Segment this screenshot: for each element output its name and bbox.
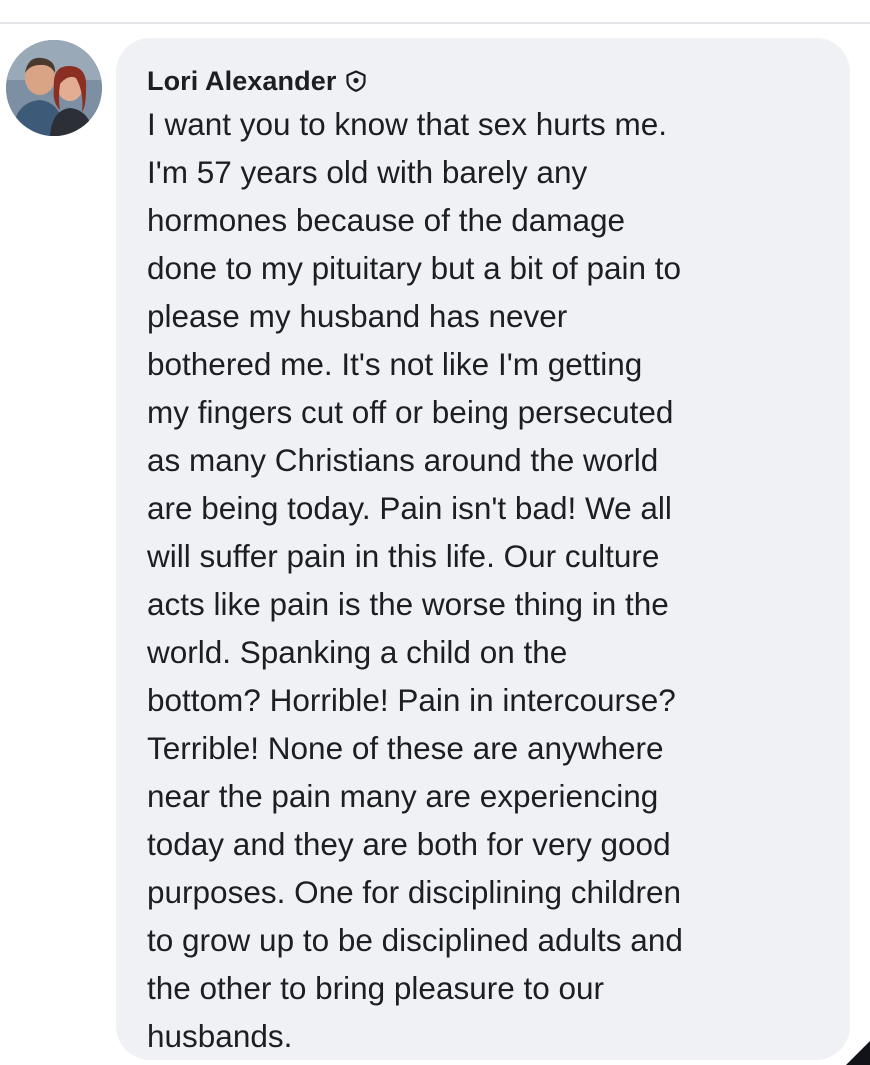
profile-photo-avatar: [6, 40, 102, 136]
top-divider: [0, 22, 870, 24]
corner-fold-icon: [846, 1041, 870, 1065]
comment-bubble: Lori Alexander I want you to know that s…: [116, 38, 850, 1060]
comment-header: Lori Alexander: [147, 64, 826, 98]
comment-text: I want you to know that sex hurts me. I'…: [147, 106, 683, 1054]
author-name[interactable]: Lori Alexander: [147, 66, 336, 97]
avatar[interactable]: [6, 40, 102, 136]
shield-badge-icon: [345, 70, 367, 92]
